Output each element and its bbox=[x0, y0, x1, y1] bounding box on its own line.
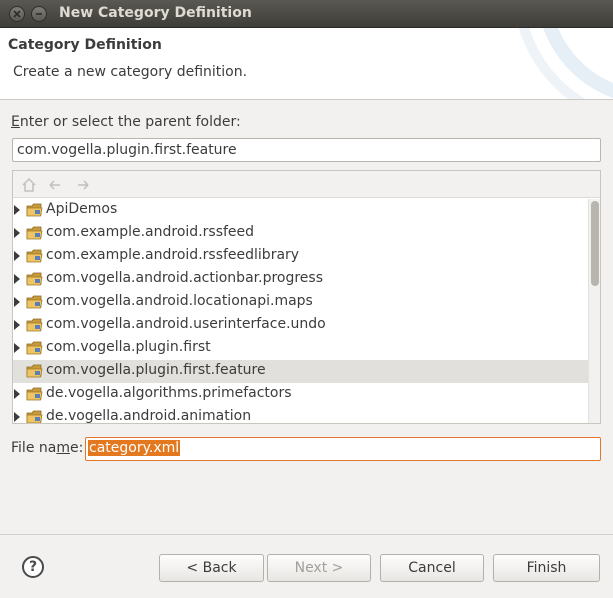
window-title: New Category Definition bbox=[59, 5, 252, 21]
tree-item-label: de.vogella.android.animation bbox=[46, 408, 252, 423]
tree-item[interactable]: com.example.android.rssfeedlibrary bbox=[13, 245, 588, 268]
tree-item[interactable]: com.vogella.android.actionbar.progress bbox=[13, 268, 588, 291]
scrollbar-thumb[interactable] bbox=[591, 201, 599, 286]
parent-folder-input[interactable] bbox=[12, 138, 601, 162]
next-button[interactable]: Next > bbox=[267, 554, 371, 582]
expand-arrow-icon[interactable] bbox=[14, 343, 20, 353]
button-bar-separator bbox=[0, 534, 613, 535]
back-button[interactable]: < Back bbox=[159, 554, 264, 582]
home-icon[interactable] bbox=[21, 177, 37, 193]
project-folder-icon bbox=[26, 410, 43, 423]
expand-arrow-icon[interactable] bbox=[14, 297, 20, 307]
folder-tree-panel: ApiDemos com.example.android.rssfeed com.e… bbox=[12, 170, 601, 424]
tree-item[interactable]: ApiDemos bbox=[13, 199, 588, 222]
minimize-icon bbox=[36, 13, 42, 15]
project-folder-icon bbox=[26, 249, 43, 263]
tree-item-label: de.vogella.algorithms.primefactors bbox=[46, 385, 292, 401]
title-bar: New Category Definition bbox=[0, 0, 613, 28]
tree-item-label: ApiDemos bbox=[46, 201, 118, 217]
tree-item-label: com.vogella.android.userinterface.undo bbox=[46, 316, 326, 332]
tree-item[interactable]: com.vogella.plugin.first.feature bbox=[13, 360, 588, 383]
expand-arrow-icon[interactable] bbox=[14, 389, 20, 399]
expand-arrow-icon[interactable] bbox=[14, 228, 20, 238]
tree-item-label: com.example.android.rssfeedlibrary bbox=[46, 247, 300, 263]
help-button[interactable]: ? bbox=[22, 556, 44, 578]
file-name-value: category.xml bbox=[88, 440, 181, 456]
finish-button[interactable]: Finish bbox=[493, 554, 600, 582]
tree-item[interactable]: com.vogella.android.locationapi.maps bbox=[13, 291, 588, 314]
close-icon bbox=[13, 10, 21, 18]
banner-title: Category Definition bbox=[8, 37, 162, 53]
forward-arrow-icon[interactable] bbox=[75, 177, 91, 193]
minimize-window-button[interactable] bbox=[31, 6, 47, 22]
tree-item-label: com.vogella.plugin.first.feature bbox=[46, 362, 266, 378]
file-name-label: File name: bbox=[11, 440, 84, 456]
parent-folder-label: Enter or select the parent folder: bbox=[11, 114, 241, 130]
project-folder-icon bbox=[26, 341, 43, 355]
tree-item[interactable]: com.vogella.android.userinterface.undo bbox=[13, 314, 588, 337]
wizard-banner: Category Definition Create a new categor… bbox=[0, 28, 613, 100]
tree-item[interactable]: com.vogella.plugin.first bbox=[13, 337, 588, 360]
close-window-button[interactable] bbox=[9, 6, 25, 22]
tree-item[interactable]: de.vogella.android.animation bbox=[13, 406, 588, 423]
cancel-button[interactable]: Cancel bbox=[380, 554, 484, 582]
project-folder-icon bbox=[26, 318, 43, 332]
file-name-input[interactable]: category.xml bbox=[85, 437, 601, 461]
banner-decoration-icon bbox=[518, 28, 613, 99]
tree-toolbar bbox=[13, 171, 600, 198]
banner-description: Create a new category definition. bbox=[13, 64, 248, 80]
project-folder-icon bbox=[26, 272, 43, 286]
folder-tree[interactable]: ApiDemos com.example.android.rssfeed com.e… bbox=[13, 199, 588, 423]
project-folder-icon bbox=[26, 364, 43, 378]
project-folder-icon bbox=[26, 387, 43, 401]
tree-item[interactable]: de.vogella.algorithms.primefactors bbox=[13, 383, 588, 406]
expand-arrow-icon[interactable] bbox=[14, 205, 20, 215]
project-folder-icon bbox=[26, 226, 43, 240]
tree-scrollbar[interactable] bbox=[588, 199, 600, 423]
tree-item-label: com.vogella.plugin.first bbox=[46, 339, 211, 355]
tree-item-label: com.vogella.android.actionbar.progress bbox=[46, 270, 324, 286]
expand-arrow-icon[interactable] bbox=[14, 412, 20, 422]
expand-arrow-icon[interactable] bbox=[14, 251, 20, 261]
tree-item-label: com.example.android.rssfeed bbox=[46, 224, 255, 240]
project-folder-icon bbox=[26, 203, 43, 217]
expand-arrow-icon[interactable] bbox=[14, 274, 20, 284]
tree-item[interactable]: com.example.android.rssfeed bbox=[13, 222, 588, 245]
back-arrow-icon[interactable] bbox=[47, 177, 63, 193]
expand-arrow-icon[interactable] bbox=[14, 320, 20, 330]
tree-item-label: com.vogella.android.locationapi.maps bbox=[46, 293, 313, 309]
project-folder-icon bbox=[26, 295, 43, 309]
